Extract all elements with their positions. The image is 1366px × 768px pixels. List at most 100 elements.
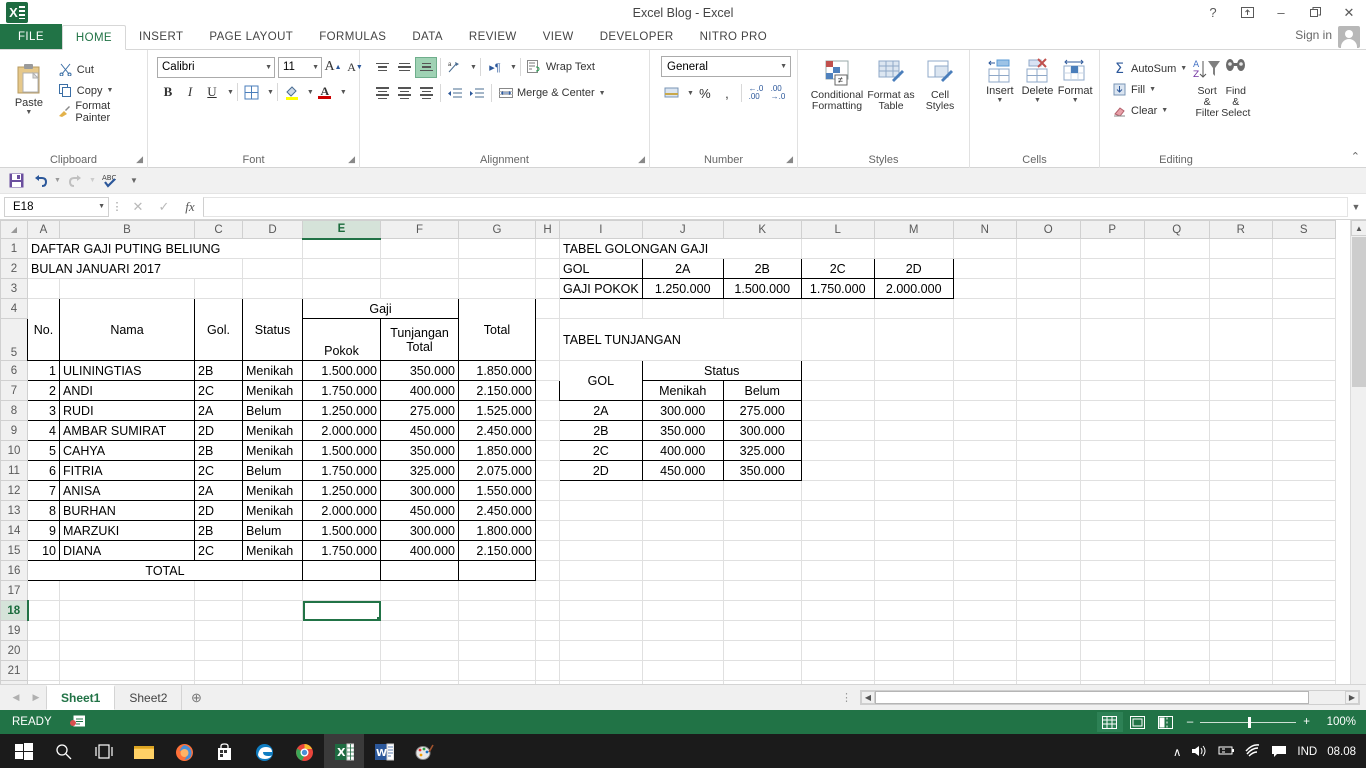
row-header-5[interactable]: 5 <box>0 318 28 361</box>
cell-R13[interactable] <box>1209 500 1273 521</box>
cell-I15[interactable] <box>559 540 643 561</box>
cell-M1[interactable] <box>874 238 954 259</box>
cell-R3[interactable] <box>1209 278 1273 299</box>
cell-E14-pokok[interactable]: 1.500.000 <box>302 520 381 541</box>
language-indicator[interactable]: IND <box>1297 746 1317 758</box>
name-box[interactable]: E18 ▼ <box>4 196 109 217</box>
cell-B9-nama[interactable]: AMBAR SUMIRAT <box>59 420 195 441</box>
cell-R5[interactable] <box>1209 318 1273 361</box>
borders-dropdown[interactable]: ▼ <box>267 89 274 96</box>
cell-I12[interactable] <box>559 480 643 501</box>
fill-handle[interactable] <box>377 617 380 620</box>
task-view-icon[interactable] <box>84 734 124 768</box>
restore-button[interactable] <box>1298 0 1332 25</box>
ribbon-display-options-button[interactable] <box>1230 0 1264 25</box>
cell-D20[interactable] <box>242 640 303 661</box>
cell-P4[interactable] <box>1080 298 1145 319</box>
cell-B19[interactable] <box>59 620 195 641</box>
cell-N15[interactable] <box>953 540 1017 561</box>
cell-H14[interactable] <box>535 520 560 541</box>
autosum-button[interactable]: Σ AutoSum ▼ <box>1111 58 1187 79</box>
cell-M21[interactable] <box>874 660 954 681</box>
cell-R12[interactable] <box>1209 480 1273 501</box>
cell-F13-tunjangan[interactable]: 450.000 <box>380 500 459 521</box>
cell-N19[interactable] <box>953 620 1017 641</box>
cell-L1[interactable] <box>801 238 875 259</box>
column-header-h[interactable]: H <box>535 220 560 239</box>
cell-D7-status[interactable]: Menikah <box>242 380 303 401</box>
paste-button[interactable]: Paste ▼ <box>5 60 53 116</box>
cell-G2[interactable] <box>458 258 536 279</box>
align-middle-button[interactable] <box>393 57 415 78</box>
cell-Q8[interactable] <box>1144 400 1210 421</box>
cell-I3-gaji-pokok-label[interactable]: GAJI POKOK <box>559 278 643 299</box>
cell-E2[interactable] <box>302 258 381 279</box>
cell-G7-total[interactable]: 2.150.000 <box>458 380 536 401</box>
cell-B15-nama[interactable]: DIANA <box>59 540 195 561</box>
cell-A14-no[interactable]: 9 <box>27 520 60 541</box>
cell-K8-belum[interactable]: 275.000 <box>723 400 802 421</box>
cell-N5[interactable] <box>953 318 1017 361</box>
cell-M10[interactable] <box>874 440 954 461</box>
autosum-dropdown[interactable]: ▼ <box>1180 65 1187 72</box>
cell-S18[interactable] <box>1272 600 1336 621</box>
number-format-select[interactable]: General ▼ <box>661 56 791 77</box>
clipboard-dialog-launcher[interactable]: ◢ <box>136 154 143 165</box>
column-header-j[interactable]: J <box>641 220 724 239</box>
cell-Q22[interactable] <box>1144 680 1210 684</box>
cell-H4[interactable] <box>535 298 560 319</box>
tab-data[interactable]: DATA <box>399 24 456 49</box>
cell-N20[interactable] <box>953 640 1017 661</box>
cell-F12-tunjangan[interactable]: 300.000 <box>380 480 459 501</box>
cell-S15[interactable] <box>1272 540 1336 561</box>
tab-home[interactable]: HOME <box>61 25 126 50</box>
text-direction-button[interactable]: ▸¶ <box>484 56 506 78</box>
cell-H10[interactable] <box>535 440 560 461</box>
increase-font-size-button[interactable]: A ▲ <box>322 56 344 78</box>
cell-I22[interactable] <box>559 680 643 684</box>
merge-dropdown[interactable]: ▼ <box>599 90 606 97</box>
cell-H19[interactable] <box>535 620 560 641</box>
cell-P21[interactable] <box>1080 660 1145 681</box>
accounting-dropdown[interactable]: ▼ <box>687 90 694 97</box>
cell-L9[interactable] <box>801 420 875 441</box>
cell-B13-nama[interactable]: BURHAN <box>59 500 195 521</box>
font-name-input[interactable]: Calibri ▼ <box>157 56 275 78</box>
cell-K10-belum[interactable]: 325.000 <box>723 440 802 461</box>
cell-B17[interactable] <box>59 580 195 601</box>
cell-H13[interactable] <box>535 500 560 521</box>
cell-E13-pokok[interactable]: 2.000.000 <box>302 500 381 521</box>
cell-C13-gol[interactable]: 2D <box>194 500 243 521</box>
text-direction-dropdown[interactable]: ▼ <box>510 64 517 71</box>
cell-P19[interactable] <box>1080 620 1145 641</box>
cell-J11-menikah[interactable]: 450.000 <box>642 460 724 481</box>
avatar[interactable] <box>1338 26 1360 48</box>
cell-J21[interactable] <box>642 660 724 681</box>
cell-A6-no[interactable]: 1 <box>27 360 60 381</box>
cancel-entry-button[interactable]: ✕ <box>125 199 151 215</box>
cell-Q9[interactable] <box>1144 420 1210 441</box>
zoom-slider[interactable]: – + <box>1187 716 1310 728</box>
cell-L15[interactable] <box>801 540 875 561</box>
cell-F19[interactable] <box>380 620 459 641</box>
tab-split-handle[interactable]: ⋮ <box>841 691 852 704</box>
minimize-button[interactable]: – <box>1264 0 1298 25</box>
cell-M5[interactable] <box>874 318 954 361</box>
cell-G9-total[interactable]: 2.450.000 <box>458 420 536 441</box>
zoom-thumb[interactable] <box>1248 716 1252 728</box>
cell-J4[interactable] <box>642 298 724 319</box>
cell-S16[interactable] <box>1272 560 1336 581</box>
cell-S4[interactable] <box>1272 298 1336 319</box>
cell-P2[interactable] <box>1080 258 1145 279</box>
store-icon[interactable] <box>204 734 244 768</box>
cell-G8-total[interactable]: 1.525.000 <box>458 400 536 421</box>
cell-N14[interactable] <box>953 520 1017 541</box>
cell-J18[interactable] <box>642 600 724 621</box>
column-header-r[interactable]: R <box>1208 220 1273 239</box>
formula-input[interactable] <box>203 196 1348 217</box>
cell-F10-tunjangan[interactable]: 350.000 <box>380 440 459 461</box>
cell-I14[interactable] <box>559 520 643 541</box>
cell-I21[interactable] <box>559 660 643 681</box>
cell-R4[interactable] <box>1209 298 1273 319</box>
column-header-k[interactable]: K <box>722 220 802 239</box>
